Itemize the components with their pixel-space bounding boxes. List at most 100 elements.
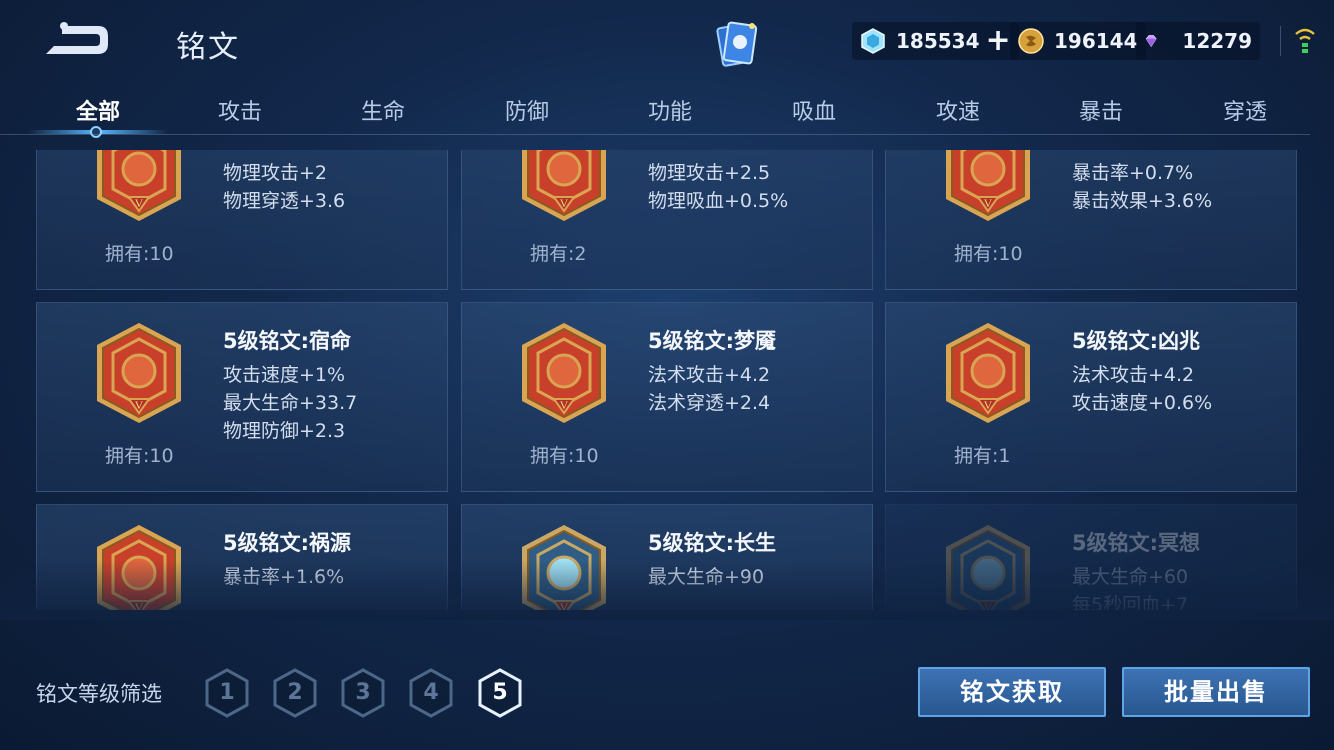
inscription-grid[interactable]: V 物理攻击+2 物理穿透+3.6 拥有:10 V 物理攻击+2.5 物理吸血+0.5… [36, 150, 1298, 610]
inscription-card[interactable]: V 5级铭文:宿命 攻击速度+1% 最大生命+33.7 物理防御+2.3 拥有:10 [36, 302, 448, 492]
owned-count: 拥有:1 [954, 445, 1011, 467]
bulk-sell-button[interactable]: 批量出售 [1122, 667, 1310, 717]
divider [1280, 26, 1281, 56]
inscription-emblem-icon: V [518, 150, 610, 223]
top-bar: 铭文 185534 + 196144 12279 [0, 0, 1334, 86]
inscription-name: 5级铭文:祸源 [223, 531, 352, 555]
owned-count: 拥有:10 [105, 445, 174, 467]
inscription-stats: 攻击速度+1% 最大生命+33.7 物理防御+2.3 [223, 361, 357, 445]
stat-line: 最大生命+60 [1072, 566, 1189, 588]
svg-text:V: V [560, 196, 569, 210]
svg-text:V: V [135, 600, 144, 610]
stat-line: 物理防御+2.3 [223, 420, 346, 442]
level-number: 5 [492, 680, 508, 705]
inscription-stats: 物理攻击+2.5 物理吸血+0.5% [648, 159, 788, 215]
stat-line: 法术攻击+4.2 [648, 364, 771, 386]
inscription-stats: 物理攻击+2 物理穿透+3.6 [223, 159, 345, 215]
add-diamond-button[interactable]: + [986, 26, 1011, 56]
svg-text:V: V [560, 398, 569, 412]
inscription-card[interactable]: V 5级铭文:冥想 最大生命+60 每5秒回血+7 [885, 504, 1297, 610]
inscription-emblem-icon: V [942, 523, 1034, 610]
svg-text:V: V [984, 600, 993, 610]
inscription-emblem-icon: V [93, 321, 185, 425]
svg-text:V: V [984, 398, 993, 412]
level-number: 3 [355, 680, 371, 705]
inscription-emblem-icon: V [942, 150, 1034, 223]
inscription-card[interactable]: V 暴击率+0.7% 暴击效果+3.6% 拥有:10 [885, 150, 1297, 290]
inscription-name: 5级铭文:宿命 [223, 329, 352, 353]
tab-critical[interactable]: 暴击 [1041, 94, 1161, 126]
level-filter-1[interactable]: 1 [204, 668, 250, 718]
acquire-inscription-button[interactable]: 铭文获取 [918, 667, 1106, 717]
active-tab-dot [90, 126, 102, 138]
inscription-card[interactable]: V 5级铭文:凶兆法术攻击+4.2 攻击速度+0.6% 拥有:1 [885, 302, 1297, 492]
inscription-name: 5级铭文:冥想 [1072, 531, 1201, 555]
stat-line: 物理吸血+0.5% [648, 190, 789, 212]
inscription-emblem-icon: V [518, 321, 610, 425]
inscription-emblem-icon: V [93, 523, 185, 610]
level-filter-3[interactable]: 3 [340, 668, 386, 718]
level-number: 4 [423, 680, 439, 705]
stat-line: 攻击速度+1% [223, 364, 346, 386]
stat-line: 暴击率+0.7% [1072, 162, 1194, 184]
inscription-card[interactable]: V 5级铭文:梦魇 法术攻击+4.2 法术穿透+2.4 拥有:10 [461, 302, 873, 492]
stat-line: 最大生命+90 [648, 566, 765, 588]
wifi-signal-icon [1295, 28, 1315, 53]
level-number: 2 [287, 680, 303, 705]
diamond-icon [861, 28, 885, 54]
diamond-balance: 185534 + [852, 22, 1019, 60]
inscription-name: 5级铭文:凶兆 [1072, 329, 1201, 353]
owned-count: 拥有:10 [530, 445, 599, 467]
stat-line: 物理穿透+3.6 [223, 190, 346, 212]
inscription-card[interactable]: V 物理攻击+2.5 物理吸血+0.5% 拥有:2 [461, 150, 873, 290]
page-title: 铭文 [176, 30, 240, 65]
inscription-card[interactable]: V 物理攻击+2 物理穿透+3.6 拥有:10 [36, 150, 448, 290]
level-filter-2[interactable]: 2 [272, 668, 318, 718]
stat-line: 攻击速度+0.6% [1072, 392, 1213, 414]
inscription-name: 5级铭文:长生 [648, 531, 777, 555]
gold-coin-icon [1018, 28, 1044, 54]
inscription-stats: 暴击率+0.7% 暴击效果+3.6% [1072, 159, 1212, 215]
stat-line: 法术穿透+2.4 [648, 392, 771, 414]
owned-count: 拥有:10 [105, 243, 174, 265]
inscription-stats: 法术攻击+4.2 攻击速度+0.6% [1072, 361, 1212, 417]
level-filter-4[interactable]: 4 [408, 668, 454, 718]
gold-balance: 196144 [1010, 22, 1146, 60]
stat-line: 暴击率+1.6% [223, 566, 345, 588]
gem-icon [1145, 35, 1157, 48]
stat-line: 最大生命+33.7 [223, 392, 358, 414]
inscription-stats: 最大生命+90 [648, 563, 764, 591]
inscription-card[interactable]: V 5级铭文:祸源 暴击率+1.6% [36, 504, 448, 610]
level-number: 1 [219, 680, 235, 705]
level-filter-5[interactable]: 5 [477, 668, 523, 718]
inscription-card[interactable]: V 5级铭文:长生 最大生命+90 [461, 504, 873, 610]
tab-penetration[interactable]: 穿透 [1185, 94, 1305, 126]
category-tabs: 全部 攻击 生命 防御 功能 吸血 攻速 暴击 穿透 [24, 86, 1314, 138]
owned-count: 拥有:2 [530, 243, 587, 265]
tab-health[interactable]: 生命 [323, 94, 443, 126]
inscription-stats: 法术攻击+4.2 法术穿透+2.4 [648, 361, 770, 417]
tab-attack-speed[interactable]: 攻速 [898, 94, 1018, 126]
tabs-divider [0, 134, 1310, 135]
tab-function[interactable]: 功能 [610, 94, 730, 126]
tab-all[interactable]: 全部 [38, 94, 158, 126]
tab-defense[interactable]: 防御 [467, 94, 587, 126]
inscription-emblem-icon: V [93, 150, 185, 223]
diamond-value: 185534 [896, 29, 980, 53]
inscription-name: 5级铭文:梦魇 [648, 329, 777, 353]
svg-text:V: V [135, 196, 144, 210]
svg-text:V: V [135, 398, 144, 412]
inscription-emblem-icon: V [942, 321, 1034, 425]
tab-lifesteal[interactable]: 吸血 [754, 94, 874, 126]
svg-text:V: V [984, 196, 993, 210]
stat-line: 每5秒回血+7 [1072, 594, 1189, 610]
svg-text:V: V [560, 600, 569, 610]
back-arrow-icon[interactable] [40, 20, 110, 60]
inscription-emblem-icon: V [518, 523, 610, 610]
owned-count: 拥有:10 [954, 243, 1023, 265]
card-pack-icon[interactable] [712, 18, 762, 70]
gem-value: 12279 [1182, 29, 1252, 53]
level-filter-label: 铭文等级筛选 [36, 682, 162, 706]
inscription-stats: 最大生命+60 每5秒回血+7 [1072, 563, 1188, 610]
tab-attack[interactable]: 攻击 [180, 94, 300, 126]
